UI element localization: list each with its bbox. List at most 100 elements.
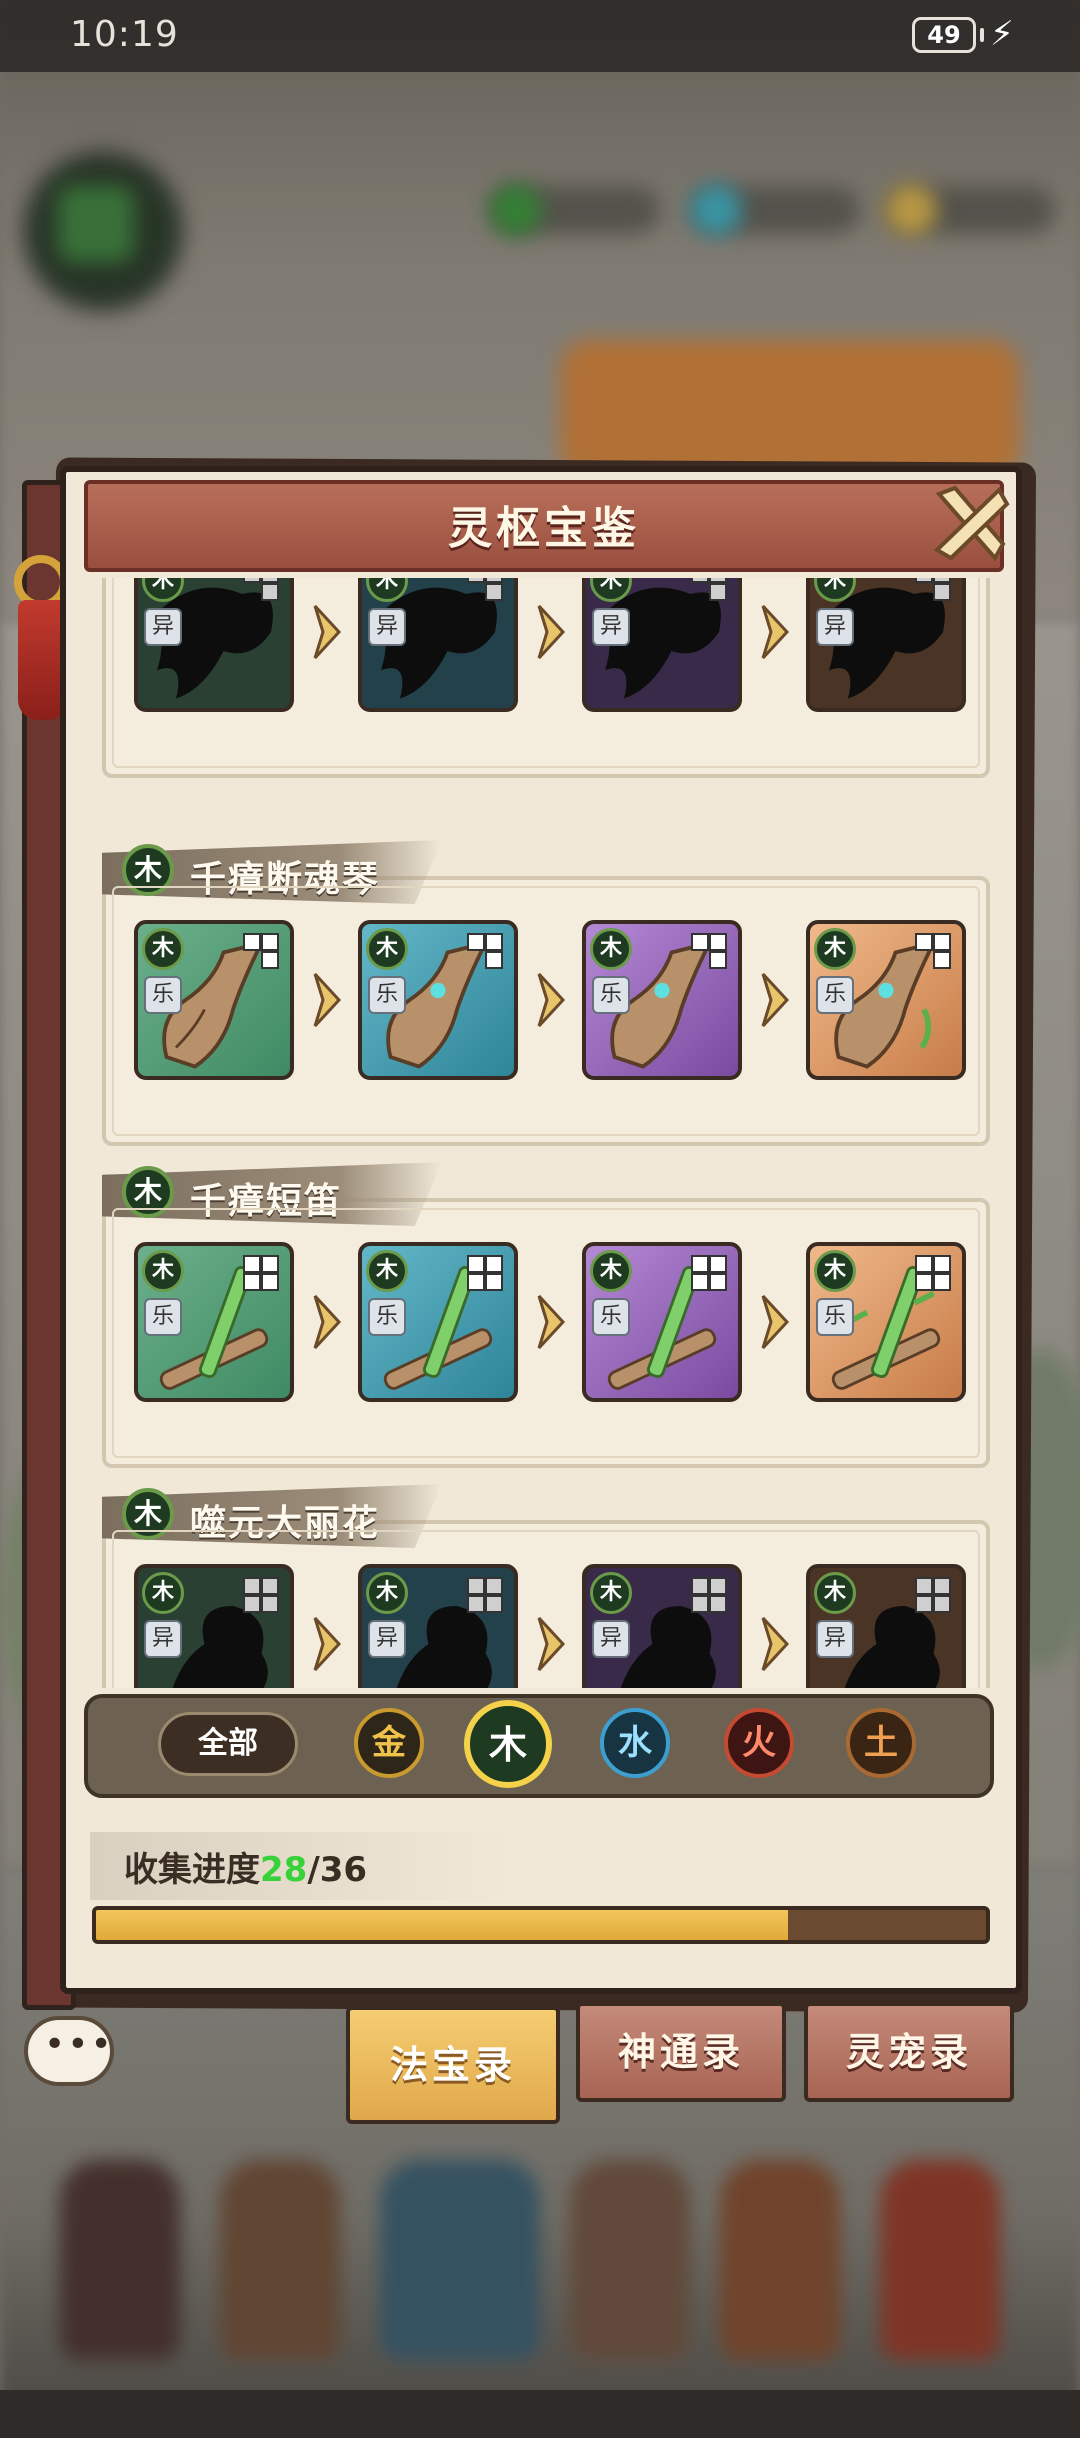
- zither-artwork: [610, 940, 714, 1069]
- wood-element-icon: 木: [366, 1572, 408, 1614]
- category-badge: 乐: [368, 976, 406, 1014]
- wood-element-icon: 木: [142, 1250, 184, 1292]
- chevron-right-icon: [761, 1294, 790, 1350]
- grid-shape-icon: [915, 1577, 951, 1613]
- close-icon[interactable]: [925, 478, 1015, 568]
- item-tier-4-tile[interactable]: 木 乐: [806, 920, 966, 1080]
- filter-fire-button[interactable]: 火: [724, 1708, 794, 1778]
- item-tier-1-tile[interactable]: 木 乐: [134, 1242, 294, 1402]
- flute-artwork: [383, 1266, 493, 1390]
- filter-wood-button[interactable]: 木: [464, 1700, 552, 1788]
- wood-element-icon: 木: [590, 1250, 632, 1292]
- item-tier-3-tile[interactable]: 木 乐: [582, 920, 742, 1080]
- wood-element-icon: 木: [122, 1488, 174, 1540]
- progress-separator: /: [307, 1850, 320, 1890]
- chevron-right-icon: [761, 972, 790, 1028]
- item-name: 千瘴短笛: [190, 1181, 343, 1222]
- category-badge: 异: [816, 608, 854, 646]
- grid-shape-icon: [691, 1255, 727, 1291]
- grid-shape-icon: [243, 933, 279, 969]
- tab-skill-record[interactable]: 神通录: [576, 2002, 786, 2102]
- wood-element-icon: 木: [814, 928, 856, 970]
- grid-shape-icon: [243, 1577, 279, 1613]
- battery-tip: [980, 28, 984, 42]
- item-tier-4-tile[interactable]: 木 异: [806, 1564, 966, 1688]
- tab-pet-record[interactable]: 灵宠录: [804, 2002, 1014, 2102]
- category-badge: 异: [144, 608, 182, 646]
- clock: 10:19: [70, 14, 179, 55]
- wood-element-icon: 木: [590, 928, 632, 970]
- charging-icon: ⚡: [990, 14, 1014, 54]
- category-badge: 异: [592, 608, 630, 646]
- grid-shape-icon: [467, 578, 503, 601]
- locked-silhouette: [620, 1606, 716, 1688]
- collection-progress-label: 收集进度28/36: [124, 1842, 367, 1891]
- wood-element-icon: 木: [814, 578, 856, 602]
- chevron-right-icon: [761, 604, 790, 660]
- progress-title: 收集进度: [124, 1850, 260, 1890]
- zither-artwork: [834, 940, 938, 1069]
- wood-element-icon: 木: [366, 928, 408, 970]
- item-tier-4-tile[interactable]: 木 乐: [806, 1242, 966, 1402]
- locked-silhouette: [396, 1606, 492, 1688]
- chevron-right-icon: [537, 1294, 566, 1350]
- category-badge: 乐: [592, 1298, 630, 1336]
- list-item[interactable]: 木 千瘴断魂琴 木 乐 木 乐 木 乐 木 乐: [102, 840, 990, 1146]
- list-item[interactable]: 木 噬元大丽花 木 异 木 异 木 异 木 异: [102, 1484, 990, 1688]
- filter-water-button[interactable]: 水: [600, 1708, 670, 1778]
- grid-shape-icon: [691, 933, 727, 969]
- item-tier-2-tile[interactable]: 木 乐: [358, 920, 518, 1080]
- category-badge: 乐: [816, 1298, 854, 1336]
- item-name: 千瘴断魂琴: [190, 859, 381, 900]
- item-tier-4-tile[interactable]: 木 异: [806, 578, 966, 712]
- filter-gold-button[interactable]: 金: [354, 1708, 424, 1778]
- category-badge: 乐: [816, 976, 854, 1014]
- category-badge: 乐: [144, 976, 182, 1014]
- locked-silhouette: [172, 1606, 268, 1688]
- battery-icon: 49: [912, 17, 976, 53]
- wood-element-icon: 木: [814, 1250, 856, 1292]
- locked-silhouette: [844, 1606, 940, 1688]
- category-badge: 异: [144, 1620, 182, 1658]
- status-bar: 10:19 49 ⚡: [0, 0, 1080, 72]
- item-tier-1-tile[interactable]: 木 乐: [134, 920, 294, 1080]
- wood-element-icon: 木: [122, 844, 174, 896]
- wood-element-icon: 木: [122, 1166, 174, 1218]
- item-tier-1-tile[interactable]: 木 异: [134, 578, 294, 712]
- item-tier-3-tile[interactable]: 木 乐: [582, 1242, 742, 1402]
- item-tier-3-tile[interactable]: 木 异: [582, 578, 742, 712]
- grid-shape-icon: [243, 1255, 279, 1291]
- category-badge: 乐: [368, 1298, 406, 1336]
- grid-shape-icon: [467, 933, 503, 969]
- category-badge: 异: [592, 1620, 630, 1658]
- item-name: 噬元大丽花: [190, 1503, 381, 1544]
- category-badge: 乐: [144, 1298, 182, 1336]
- item-tier-2-tile[interactable]: 木 异: [358, 1564, 518, 1688]
- wood-element-icon: 木: [814, 1572, 856, 1614]
- wood-element-icon: 木: [142, 578, 184, 602]
- wood-element-icon: 木: [590, 1572, 632, 1614]
- list-item[interactable]: 木 千瘴短笛 木 乐 木 乐 木 乐 木 乐: [102, 1162, 990, 1468]
- collection-list[interactable]: 木 木 异 木 异 木 异 木 异: [90, 578, 1000, 1688]
- item-tier-3-tile[interactable]: 木 异: [582, 1564, 742, 1688]
- grid-shape-icon: [243, 578, 279, 601]
- chevron-right-icon: [313, 1616, 342, 1672]
- list-item[interactable]: 木 木 异 木 异 木 异 木 异: [102, 578, 990, 778]
- item-tier-1-tile[interactable]: 木 异: [134, 1564, 294, 1688]
- tab-treasure-record[interactable]: 法宝录: [346, 2006, 560, 2124]
- category-badge: 异: [816, 1620, 854, 1658]
- progress-current: 28: [260, 1850, 308, 1890]
- locked-silhouette: [829, 587, 945, 699]
- flute-artwork: [159, 1266, 269, 1390]
- item-tier-2-tile[interactable]: 木 乐: [358, 1242, 518, 1402]
- item-tier-2-tile[interactable]: 木 异: [358, 578, 518, 712]
- progress-total: 36: [319, 1850, 368, 1890]
- wood-element-icon: 木: [142, 1572, 184, 1614]
- filter-all-button[interactable]: 全部: [158, 1712, 298, 1776]
- grid-shape-icon: [915, 1255, 951, 1291]
- filter-earth-button[interactable]: 土: [846, 1708, 916, 1778]
- zither-artwork: [162, 940, 266, 1069]
- chevron-right-icon: [313, 604, 342, 660]
- locked-silhouette: [157, 587, 273, 699]
- locked-silhouette: [605, 587, 721, 699]
